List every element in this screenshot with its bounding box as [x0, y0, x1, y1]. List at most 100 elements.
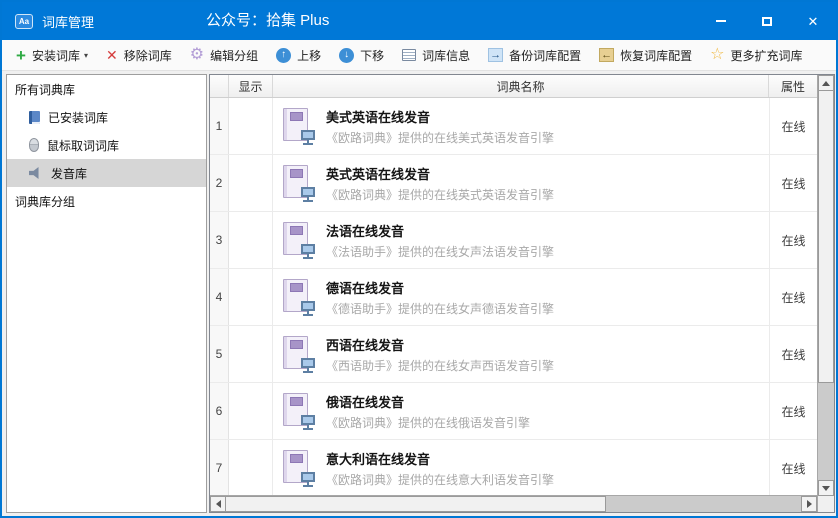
- app-icon: Aa: [15, 13, 33, 29]
- toolbar-button-star[interactable]: ☆ 更多扩充词库: [701, 44, 811, 67]
- toolbar-button-label: 词库信息: [422, 48, 471, 63]
- row-show-cell[interactable]: [229, 326, 273, 382]
- sidebar-item-2[interactable]: 鼠标取词词库: [7, 131, 206, 159]
- dictionary-title: 德语在线发音: [326, 280, 405, 296]
- dictionary-subtitle: 《西语助手》提供的在线女声西语发音引擎: [326, 358, 555, 373]
- sidebar-item-0[interactable]: 所有词典库: [7, 75, 206, 103]
- book-icon: [29, 110, 40, 124]
- row-show-cell[interactable]: [229, 440, 273, 495]
- header-index-column: [210, 75, 229, 97]
- close-icon: ✕: [807, 13, 819, 29]
- sidebar-item-4[interactable]: 词典库分组: [7, 187, 206, 215]
- toolbar-button-remove[interactable]: ✕ 移除词库: [97, 44, 181, 67]
- table-row[interactable]: 3 法语在线发音 《法语助手》提供的在线女声法语发音引擎 在线: [210, 212, 817, 269]
- dictionary-title: 俄语在线发音: [326, 394, 405, 410]
- dictionary-subtitle: 《欧路词典》提供的在线美式英语发音引擎: [326, 130, 555, 145]
- gear-icon: ⚙: [189, 46, 205, 63]
- row-attribute: 在线: [769, 155, 817, 211]
- row-show-cell[interactable]: [229, 212, 273, 268]
- row-number: 7: [210, 440, 229, 495]
- left-arrow-icon: [215, 500, 221, 508]
- row-name-cell: 意大利语在线发音 《欧路词典》提供的在线意大利语发音引擎: [273, 440, 769, 495]
- plus-icon: +: [16, 45, 26, 65]
- sidebar-item-label: 已安装词库: [48, 110, 109, 125]
- sidebar-item-1[interactable]: 已安装词库: [7, 103, 206, 131]
- row-number: 5: [210, 326, 229, 382]
- dictionary-title: 意大利语在线发音: [326, 451, 431, 467]
- info-icon: [402, 49, 417, 61]
- table-row[interactable]: 7 意大利语在线发音 《欧路词典》提供的在线意大利语发音引擎 在线: [210, 440, 817, 495]
- dictionary-book-icon: [281, 162, 317, 204]
- scroll-left-button[interactable]: [210, 496, 226, 512]
- toolbar-button-label: 安装词库: [31, 48, 80, 63]
- down-arrow-icon: [822, 485, 830, 491]
- horizontal-scrollbar-track[interactable]: [606, 496, 801, 512]
- dictionary-subtitle: 《法语助手》提供的在线女声法语发音引擎: [326, 244, 555, 259]
- row-attribute: 在线: [769, 440, 817, 495]
- dictionary-book-icon: [281, 390, 317, 432]
- speaker-icon: [29, 167, 39, 179]
- toolbar-button-backup[interactable]: → 备份词库配置: [479, 44, 590, 67]
- backup-icon: →: [488, 48, 504, 62]
- table-row[interactable]: 4 德语在线发音 《德语助手》提供的在线女声德语发音引擎 在线: [210, 269, 817, 326]
- horizontal-scrollbar-thumb[interactable]: [226, 496, 606, 512]
- toolbar-button-info[interactable]: 词库信息: [393, 44, 479, 67]
- scroll-right-button[interactable]: [801, 496, 817, 512]
- vertical-scrollbar-track[interactable]: [818, 383, 834, 480]
- row-show-cell[interactable]: [229, 383, 273, 439]
- row-show-cell[interactable]: [229, 98, 273, 154]
- row-show-cell[interactable]: [229, 269, 273, 325]
- toolbar-button-down[interactable]: ↓ 下移: [330, 44, 393, 67]
- right-arrow-icon: [806, 500, 812, 508]
- scroll-up-button[interactable]: [818, 75, 834, 91]
- row-attribute: 在线: [769, 212, 817, 268]
- row-number: 3: [210, 212, 229, 268]
- window-controls: ✕: [698, 2, 836, 40]
- row-name-cell: 英式英语在线发音 《欧路词典》提供的在线英式英语发音引擎: [273, 155, 769, 211]
- toolbar-button-restore[interactable]: ← 恢复词库配置: [590, 44, 701, 67]
- dictionary-title: 英式英语在线发音: [326, 166, 431, 182]
- up-arrow-icon: [822, 80, 830, 86]
- close-button[interactable]: ✕: [790, 2, 836, 40]
- row-name-cell: 西语在线发音 《西语助手》提供的在线女声西语发音引擎: [273, 326, 769, 382]
- toolbar-button-gear[interactable]: ⚙ 编辑分组: [181, 44, 267, 67]
- header-attribute: 属性: [780, 79, 805, 94]
- scrollbar-corner: [818, 496, 834, 512]
- maximize-button[interactable]: [744, 2, 790, 40]
- titlebar: Aa 词库管理 公众号：拾集 Plus ✕: [2, 2, 836, 40]
- vertical-scrollbar-thumb[interactable]: [818, 91, 834, 383]
- dictionary-title: 法语在线发音: [326, 223, 405, 239]
- table-row[interactable]: 6 俄语在线发音 《欧路词典》提供的在线俄语发音引擎 在线: [210, 383, 817, 440]
- table-row[interactable]: 1 美式英语在线发音 《欧路词典》提供的在线美式英语发音引擎 在线: [210, 98, 817, 155]
- toolbar-button-up[interactable]: ↑ 上移: [267, 44, 330, 67]
- dictionary-book-icon: [281, 447, 317, 489]
- row-attribute: 在线: [769, 383, 817, 439]
- dictionary-subtitle: 《欧路词典》提供的在线俄语发音引擎: [326, 415, 531, 430]
- minimize-button[interactable]: [698, 2, 744, 40]
- row-show-cell[interactable]: [229, 155, 273, 211]
- dictionary-title: 西语在线发音: [326, 337, 405, 353]
- row-number: 1: [210, 98, 229, 154]
- row-attribute: 在线: [769, 269, 817, 325]
- window-title: 词库管理: [42, 14, 95, 30]
- sidebar-item-label: 鼠标取词词库: [47, 138, 120, 153]
- toolbar-button-label: 更多扩充词库: [730, 48, 803, 63]
- dictionary-subtitle: 《德语助手》提供的在线女声德语发音引擎: [326, 301, 555, 316]
- table-body: 1 美式英语在线发音 《欧路词典》提供的在线美式英语发音引擎 在线 2 英式英语…: [210, 98, 817, 495]
- sidebar-item-3[interactable]: 发音库: [7, 159, 206, 187]
- vertical-scrollbar: [817, 75, 834, 512]
- row-attribute: 在线: [769, 98, 817, 154]
- table-row[interactable]: 2 英式英语在线发音 《欧路词典》提供的在线英式英语发音引擎 在线: [210, 155, 817, 212]
- dictionary-book-icon: [281, 219, 317, 261]
- toolbar-button-plus[interactable]: + 安装词库 ▾: [7, 44, 97, 67]
- sidebar: 所有词典库 已安装词库 鼠标取词词库 发音库 词典库分组: [6, 74, 207, 513]
- dictionary-book-icon: [281, 105, 317, 147]
- table-header: 显示 词典名称 属性: [210, 75, 817, 98]
- scroll-down-button[interactable]: [818, 480, 834, 496]
- row-attribute: 在线: [769, 326, 817, 382]
- titlebar-center-text: 公众号：拾集 Plus: [206, 12, 330, 29]
- table-row[interactable]: 5 西语在线发音 《西语助手》提供的在线女声西语发音引擎 在线: [210, 326, 817, 383]
- dropdown-caret-icon: ▾: [83, 50, 88, 60]
- row-number: 4: [210, 269, 229, 325]
- horizontal-scrollbar: [210, 495, 817, 512]
